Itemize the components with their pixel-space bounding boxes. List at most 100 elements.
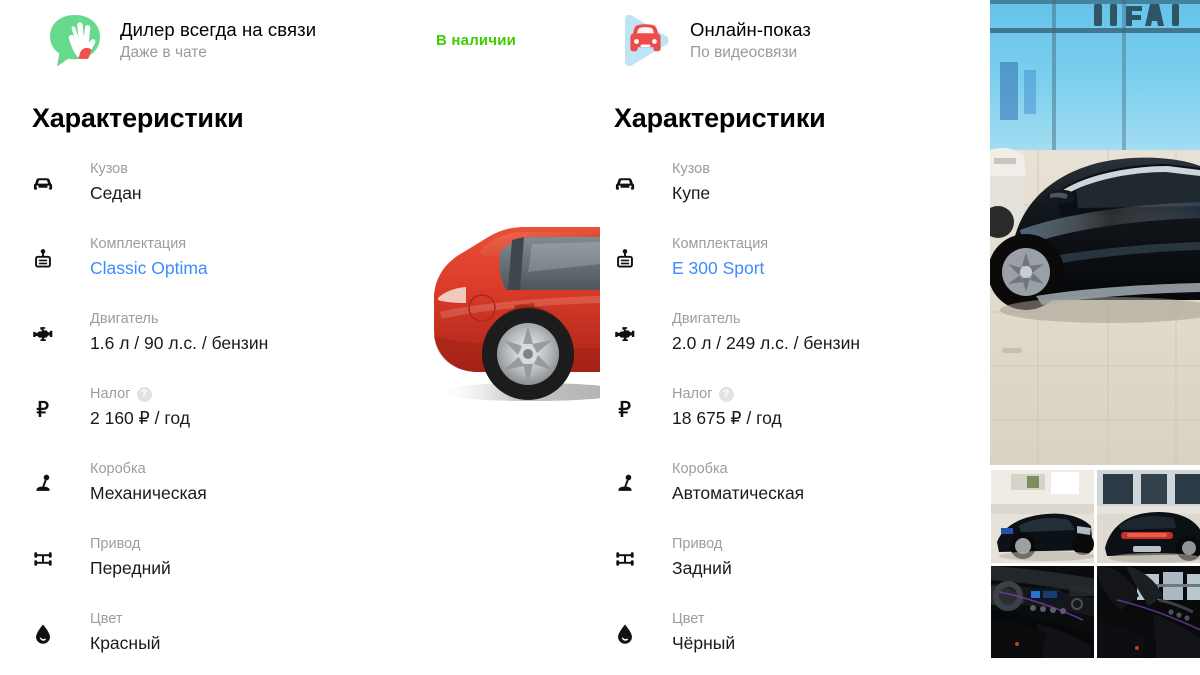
tax-help-icon[interactable]: ? xyxy=(718,387,734,402)
spec-value: Купе xyxy=(672,183,711,203)
spec-row-кузов: Кузов Купе xyxy=(610,160,940,235)
online-showing-promo-text: Онлайн-показ По видеосвязи xyxy=(690,19,811,63)
trim-level-icon xyxy=(28,244,58,274)
spec-label-text: Коробка xyxy=(90,461,146,477)
availability-badge: В наличии xyxy=(436,32,517,49)
right-section-title: Характеристики xyxy=(614,103,826,133)
spec-body: Коробка Механическая xyxy=(90,460,358,506)
engine-icon xyxy=(28,319,58,349)
spec-label-text: Цвет xyxy=(90,611,123,627)
left-section-title: Характеристики xyxy=(32,103,244,133)
spec-value: Передний xyxy=(90,558,171,578)
red-sedan-photo xyxy=(382,140,600,410)
tax-help-icon[interactable]: ? xyxy=(136,387,152,402)
spec-body: Коробка Автоматическая xyxy=(672,460,940,506)
spec-label-text: Кузов xyxy=(672,161,710,177)
spec-label-text: Комплектация xyxy=(672,236,769,252)
gallery-panel xyxy=(990,0,1200,675)
spec-body: Цвет Красный xyxy=(90,610,358,656)
ruble-icon xyxy=(610,394,640,424)
spec-value: Задний xyxy=(672,558,732,578)
spec-value-link[interactable]: Classic Optima xyxy=(90,255,358,281)
spec-row-комплектация: Комплектация E 300 Sport xyxy=(610,235,940,310)
spec-body: Привод Передний xyxy=(90,535,358,581)
spec-label: Кузов xyxy=(672,161,940,178)
spec-label-text: Двигатель xyxy=(90,311,159,327)
list-item[interactable] xyxy=(991,470,1094,563)
spec-value: Механическая xyxy=(90,483,207,503)
spec-label-text: Комплектация xyxy=(90,236,187,252)
spec-value-link[interactable]: E 300 Sport xyxy=(672,255,940,281)
spec-value: Седан xyxy=(90,183,142,203)
spec-body: Налог? 2 160 ₽ / год xyxy=(90,385,358,431)
paint-drop-icon xyxy=(28,619,58,649)
spec-value: 18 675 ₽ / год xyxy=(672,408,782,428)
right-offer-column: Онлайн-показ По видеосвязи Характеристик… xyxy=(582,0,990,675)
spec-body: Привод Задний xyxy=(672,535,940,581)
spec-label: Коробка xyxy=(672,461,940,478)
online-showing-promo-subtitle: По видеосвязи xyxy=(690,44,798,62)
spec-label: Цвет xyxy=(90,611,358,628)
spec-body: Двигатель 1.6 л / 90 л.с. / бензин xyxy=(90,310,358,356)
spec-row-двигатель: Двигатель 2.0 л / 249 л.с. / бензин xyxy=(610,310,940,385)
spec-body: Двигатель 2.0 л / 249 л.с. / бензин xyxy=(672,310,940,356)
spec-value: Чёрный xyxy=(672,633,736,653)
spec-value: 1.6 л / 90 л.с. / бензин xyxy=(90,333,269,353)
spec-label: Коробка xyxy=(90,461,358,478)
spec-label: Двигатель xyxy=(672,311,940,328)
spec-row-цвет: Цвет Чёрный xyxy=(610,610,940,675)
spec-row-налог: Налог? 2 160 ₽ / год xyxy=(28,385,358,460)
car-body-icon xyxy=(28,169,58,199)
chat-bubble-hand-icon xyxy=(44,10,106,72)
spec-label-text: Цвет xyxy=(672,611,705,627)
gallery-hero-photo[interactable] xyxy=(990,0,1200,465)
list-item[interactable] xyxy=(1097,470,1200,563)
left-offer-column: Дилер всегда на связи Даже в чате В нали… xyxy=(0,0,600,675)
video-play-car-icon xyxy=(614,10,676,72)
engine-icon xyxy=(610,319,640,349)
spec-row-двигатель: Двигатель 1.6 л / 90 л.с. / бензин xyxy=(28,310,358,385)
spec-row-привод: Привод Передний xyxy=(28,535,358,610)
spec-body: Кузов Седан xyxy=(90,160,358,206)
gallery-thumbnail-grid xyxy=(991,470,1200,658)
spec-value: Красный xyxy=(90,633,161,653)
dealer-chat-promo-title: Дилер всегда на связи xyxy=(120,19,317,41)
online-showing-promo-title: Онлайн-показ xyxy=(690,19,811,41)
online-showing-promo[interactable]: Онлайн-показ По видеосвязи xyxy=(614,10,811,72)
gear-shifter-icon xyxy=(610,469,640,499)
drivetrain-icon xyxy=(610,544,640,574)
dealer-chat-promo-subtitle: Даже в чате xyxy=(120,44,207,62)
spec-label: Двигатель xyxy=(90,311,358,328)
spec-label-text: Привод xyxy=(90,536,141,552)
spec-value: 2 160 ₽ / год xyxy=(90,408,190,428)
dealer-chat-promo[interactable]: Дилер всегда на связи Даже в чате xyxy=(44,10,316,72)
spec-row-комплектация: Комплектация Classic Optima xyxy=(28,235,358,310)
spec-value: 2.0 л / 249 л.с. / бензин xyxy=(672,333,861,353)
spec-body: Цвет Чёрный xyxy=(672,610,940,656)
spec-label-text: Налог xyxy=(672,386,713,402)
spec-body: Налог? 18 675 ₽ / год xyxy=(672,385,940,431)
spec-label-text: Налог xyxy=(90,386,131,402)
spec-label-text: Двигатель xyxy=(672,311,741,327)
right-spec-list: Кузов Купе Комплектация E 300 Sport Двигател… xyxy=(610,160,940,675)
spec-row-цвет: Цвет Красный xyxy=(28,610,358,675)
spec-label-text: Коробка xyxy=(672,461,728,477)
paint-drop-icon xyxy=(610,619,640,649)
spec-row-коробка: Коробка Автоматическая xyxy=(610,460,940,535)
spec-label-text: Привод xyxy=(672,536,723,552)
spec-row-привод: Привод Задний xyxy=(610,535,940,610)
left-spec-list: Кузов Седан Комплектация Classic Optima Двиг… xyxy=(28,160,358,675)
spec-row-налог: Налог? 18 675 ₽ / год xyxy=(610,385,940,460)
spec-label: Привод xyxy=(672,536,940,553)
list-item[interactable] xyxy=(991,565,1094,658)
spec-row-коробка: Коробка Механическая xyxy=(28,460,358,535)
ruble-icon xyxy=(28,394,58,424)
spec-label: Налог? xyxy=(672,386,940,403)
car-body-icon xyxy=(610,169,640,199)
list-item[interactable] xyxy=(1097,565,1200,658)
spec-value: Автоматическая xyxy=(672,483,805,503)
drivetrain-icon xyxy=(28,544,58,574)
spec-body: Кузов Купе xyxy=(672,160,940,206)
spec-label-text: Кузов xyxy=(90,161,128,177)
comparison-page: Дилер всегда на связи Даже в чате В нали… xyxy=(0,0,1200,675)
